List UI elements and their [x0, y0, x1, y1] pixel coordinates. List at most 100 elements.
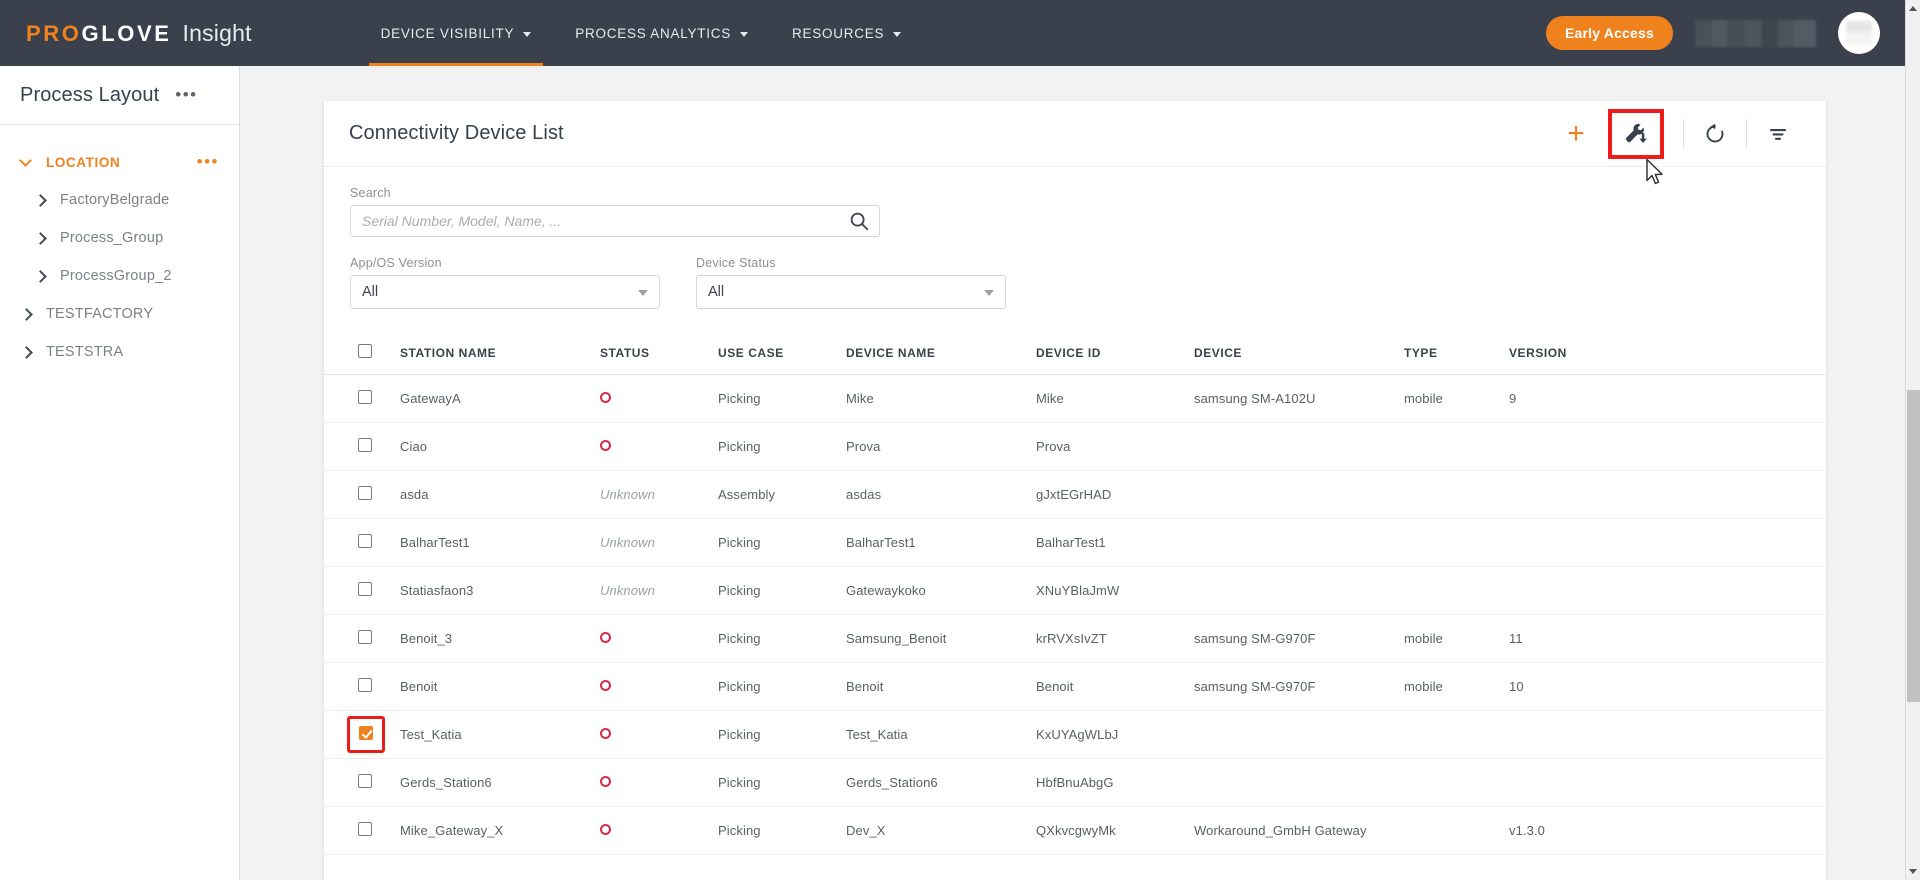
table-row[interactable]: Ciao Picking Prova Prova: [324, 422, 1826, 471]
app-os-version-select[interactable]: All: [350, 275, 660, 309]
page-scrollbar[interactable]: [1905, 0, 1920, 880]
brand-logo[interactable]: PROGLOVE Insight: [26, 20, 252, 47]
cell-station-name: Benoit: [400, 662, 600, 711]
column-status[interactable]: STATUS: [600, 336, 718, 375]
cell-version: [1509, 566, 1826, 615]
status-offline-icon: [600, 632, 611, 643]
page-title: Connectivity Device List: [349, 122, 564, 144]
table-row[interactable]: BalharTest1 Unknown Picking BalharTest1 Balh…: [324, 518, 1826, 567]
row-checkbox[interactable]: [358, 822, 372, 836]
cell-device: Workaround_GmbH Gateway: [1194, 806, 1404, 855]
select-all-checkbox[interactable]: [358, 344, 372, 358]
tree-item-location[interactable]: LOCATION •••: [0, 143, 239, 181]
search-input[interactable]: [350, 205, 880, 237]
scroll-up-arrow-icon[interactable]: [1909, 6, 1917, 11]
table-row[interactable]: Benoit_3 Picking Samsung_Benoit krRVXsIvZT s…: [324, 614, 1826, 663]
tree-item-teststra[interactable]: TESTSTRA: [0, 333, 239, 371]
nav-resources[interactable]: RESOURCES: [770, 0, 923, 66]
chevron-down-icon[interactable]: [20, 156, 33, 169]
chevron-right-icon[interactable]: [34, 270, 47, 283]
cell-type: [1404, 758, 1509, 807]
add-device-button[interactable]: +: [1554, 112, 1598, 156]
tree-item-process-group[interactable]: Process_Group: [0, 219, 239, 257]
early-access-button[interactable]: Early Access: [1545, 16, 1673, 50]
column-type[interactable]: TYPE: [1404, 336, 1509, 375]
tree-item-testfactory[interactable]: TESTFACTORY: [0, 295, 239, 333]
tree-item-processgroup-2[interactable]: ProcessGroup_2: [0, 257, 239, 295]
cell-version: [1509, 710, 1826, 759]
sidebar: Process Layout ••• LOCATION ••• FactoryB…: [0, 66, 240, 880]
row-checkbox[interactable]: [358, 582, 372, 596]
tree-item-factorybelgrade[interactable]: FactoryBelgrade: [0, 181, 239, 219]
row-checkbox[interactable]: [359, 726, 373, 740]
column-device[interactable]: DEVICE: [1194, 336, 1404, 375]
column-version[interactable]: VERSION: [1509, 336, 1826, 375]
chevron-right-icon[interactable]: [20, 308, 33, 321]
row-checkbox[interactable]: [358, 390, 372, 404]
status-offline-icon: [600, 824, 611, 835]
table-row[interactable]: Statiasfaon3 Unknown Picking Gatewaykoko XNu…: [324, 566, 1826, 615]
cell-device: [1194, 518, 1404, 567]
nav-device-visibility[interactable]: DEVICE VISIBILITY: [359, 0, 554, 66]
app-os-version-label: App/OS Version: [350, 256, 442, 270]
table-row[interactable]: Mike_Gateway_X Picking Dev_X QXkvcgwyMk Work…: [324, 806, 1826, 855]
column-device-id[interactable]: DEVICE ID: [1036, 336, 1194, 375]
table-row[interactable]: GatewayA Picking Mike Mike samsung SM-A102U m…: [324, 374, 1826, 423]
cell-type: [1404, 518, 1509, 567]
search-icon[interactable]: [848, 210, 870, 232]
scroll-down-arrow-icon[interactable]: [1909, 869, 1917, 874]
search-label: Search: [350, 186, 391, 200]
row-checkbox[interactable]: [358, 534, 372, 548]
column-device-name[interactable]: DEVICE NAME: [846, 336, 1036, 375]
chevron-right-icon[interactable]: [34, 194, 47, 207]
table-row[interactable]: asda Unknown Assembly asdas gJxtEGrHAD: [324, 470, 1826, 519]
cell-version: 11: [1509, 614, 1826, 663]
table-row[interactable]: Benoit Picking Benoit Benoit samsung SM-G970…: [324, 662, 1826, 711]
ellipsis-icon[interactable]: •••: [175, 86, 197, 103]
chevron-down-icon: [984, 290, 994, 296]
row-checkbox[interactable]: [358, 438, 372, 452]
cell-device-id: KxUYAgWLbJ: [1036, 710, 1194, 759]
tree-item-label: LOCATION: [46, 154, 121, 170]
cell-device-name: Gatewaykoko: [846, 566, 1036, 615]
ellipsis-icon[interactable]: •••: [197, 153, 219, 170]
cell-station-name: Gerds_Station6: [400, 758, 600, 807]
status-offline-icon: [600, 440, 611, 451]
table-row[interactable]: Gerds_Station6 Picking Gerds_Station6 HbfBn…: [324, 758, 1826, 807]
column-use-case[interactable]: USE CASE: [718, 336, 846, 375]
row-checkbox[interactable]: [358, 678, 372, 692]
search-field-wrapper: [350, 205, 880, 237]
device-status-select[interactable]: All: [696, 275, 1006, 309]
avatar[interactable]: [1838, 12, 1880, 54]
cell-type: [1404, 470, 1509, 519]
cell-status: [600, 614, 718, 663]
configure-device-button[interactable]: [1608, 108, 1664, 159]
table-header: STATION NAME STATUS USE CASE DEVICE NAME…: [324, 336, 1826, 375]
cell-device-name: Test_Katia: [846, 710, 1036, 759]
cell-use-case: Picking: [718, 614, 846, 663]
nav-process-analytics[interactable]: PROCESS ANALYTICS: [553, 0, 770, 66]
table-header-row: STATION NAME STATUS USE CASE DEVICE NAME…: [324, 336, 1826, 375]
row-checkbox[interactable]: [358, 486, 372, 500]
brand-glove-text: GLOVE: [81, 20, 172, 46]
cell-device-name: asdas: [846, 470, 1036, 519]
nav-device-visibility-label: DEVICE VISIBILITY: [380, 25, 515, 41]
cell-device-name: Gerds_Station6: [846, 758, 1036, 807]
column-station-name[interactable]: STATION NAME: [400, 336, 600, 375]
cell-type: mobile: [1404, 374, 1509, 423]
sidebar-header: Process Layout •••: [0, 66, 239, 125]
cell-station-name: Mike_Gateway_X: [400, 806, 600, 855]
table-row[interactable]: Test_Katia Picking Test_Katia KxUYAgWLbJ: [324, 710, 1826, 759]
scrollbar-thumb[interactable]: [1907, 390, 1920, 702]
filter-button[interactable]: [1756, 112, 1800, 156]
select-all-header: [324, 336, 400, 375]
chevron-right-icon[interactable]: [34, 232, 47, 245]
refresh-button[interactable]: [1693, 112, 1737, 156]
row-checkbox[interactable]: [358, 630, 372, 644]
chevron-right-icon[interactable]: [20, 346, 33, 359]
toolbar-divider: [1746, 118, 1747, 149]
cell-version: [1509, 758, 1826, 807]
row-checkbox[interactable]: [358, 774, 372, 788]
cell-device-name: Benoit: [846, 662, 1036, 711]
row-select-cell: [324, 758, 400, 807]
